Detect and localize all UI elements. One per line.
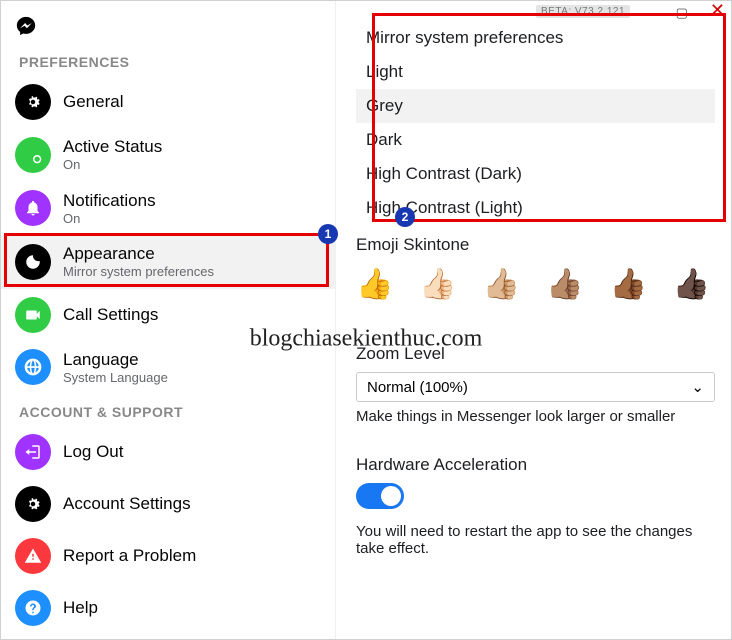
sidebar-item-report[interactable]: Report a Problem [1,530,335,582]
theme-option-mirror[interactable]: Mirror system preferences [356,21,715,55]
nav-title: Report a Problem [63,545,196,566]
messenger-logo [1,9,335,44]
zoom-heading: Zoom Level [356,344,715,364]
nav-sub: System Language [63,370,168,386]
sidebar-item-help[interactable]: Help [1,582,335,634]
sidebar: PREFERENCES General Active Status On Not… [1,1,336,639]
bell-icon [15,190,51,226]
chevron-down-icon: ⌄ [691,378,704,396]
warning-icon [15,538,51,574]
theme-option-light[interactable]: Light [356,55,715,89]
skintone-dark[interactable]: 👍🏿 [673,267,710,302]
hw-accel-toggle[interactable] [356,483,404,509]
help-icon [15,590,51,626]
emoji-skintone-heading: Emoji Skintone [356,235,715,255]
sidebar-item-logout[interactable]: Log Out [1,426,335,478]
skintone-light[interactable]: 👍🏻 [419,267,456,302]
skintone-medium[interactable]: 👍🏽 [546,267,583,302]
skintone-default[interactable]: 👍 [356,267,393,302]
nav-sub: On [63,211,156,227]
sidebar-item-language[interactable]: Language System Language [1,341,335,395]
sidebar-item-active-status[interactable]: Active Status On [1,128,335,182]
active-status-icon [15,137,51,173]
messenger-icon [15,15,37,37]
minimize-button[interactable]: — [641,5,654,21]
skintone-medium-dark[interactable]: 👍🏾 [609,267,646,302]
nav-title: Help [63,597,98,618]
sidebar-item-call-settings[interactable]: Call Settings [1,289,335,341]
skintone-medium-light[interactable]: 👍🏼 [483,267,520,302]
video-icon [15,297,51,333]
zoom-note: Make things in Messenger look larger or … [356,408,715,425]
sidebar-item-notifications[interactable]: Notifications On [1,182,335,236]
nav-title: Call Settings [63,304,158,325]
sidebar-item-account-settings[interactable]: Account Settings [1,478,335,530]
nav-sub: Mirror system preferences [63,264,214,280]
section-account: ACCOUNT & SUPPORT [1,394,335,426]
theme-option-dark[interactable]: Dark [356,123,715,157]
maximize-button[interactable]: ▢ [676,5,688,21]
gear-icon [15,84,51,120]
theme-option-hc-dark[interactable]: High Contrast (Dark) [356,157,715,191]
moon-icon [15,244,51,280]
globe-icon [15,349,51,385]
nav-title: Language [63,349,168,370]
zoom-value: Normal (100%) [367,379,468,396]
annotation-badge-2: 2 [395,207,415,227]
window-controls: — ▢ ✕ [641,5,725,21]
annotation-badge-1: 1 [318,224,338,244]
nav-title: Account Settings [63,493,191,514]
nav-title: Log Out [63,441,124,462]
hw-accel-heading: Hardware Acceleration [356,455,715,475]
nav-title: Notifications [63,190,156,211]
nav-title: Appearance [63,243,214,264]
sidebar-item-general[interactable]: General [1,76,335,128]
app-window: PREFERENCES General Active Status On Not… [0,0,732,640]
hw-accel-note: You will need to restart the app to see … [356,523,715,557]
sidebar-item-appearance[interactable]: Appearance Mirror system preferences [1,235,335,289]
gear-icon [15,486,51,522]
theme-option-grey[interactable]: Grey [356,89,715,123]
logout-icon [15,434,51,470]
theme-dropdown-list: Mirror system preferences Light Grey Dar… [356,21,715,225]
emoji-skintone-row: 👍 👍🏻 👍🏼 👍🏽 👍🏾 👍🏿 [356,263,715,320]
section-preferences: PREFERENCES [1,44,335,76]
nav-sub: On [63,157,162,173]
nav-title: Active Status [63,136,162,157]
nav-title: General [63,91,123,112]
zoom-select[interactable]: Normal (100%) ⌄ [356,372,715,402]
close-button[interactable]: ✕ [710,5,725,21]
main-panel: BETA: V73.2.121 — ▢ ✕ Mirror system pref… [336,1,731,639]
beta-badge: BETA: V73.2.121 [536,5,630,18]
